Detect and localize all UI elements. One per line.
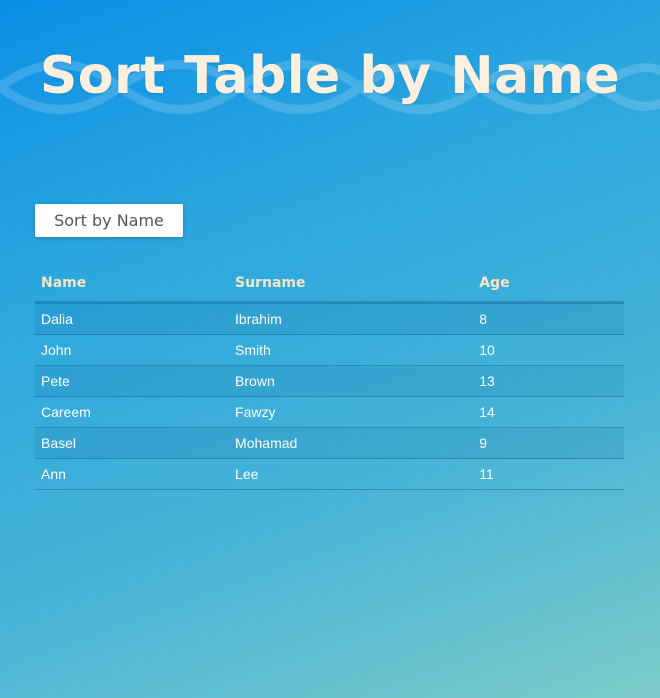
column-header-age[interactable]: Age [473,265,624,304]
column-header-name[interactable]: Name [35,265,230,304]
cell-name: Basel [35,427,230,459]
sort-by-name-button[interactable]: Sort by Name [35,204,183,237]
cell-age: 10 [473,334,624,366]
cell-surname: Brown [229,365,474,397]
people-table: Name Surname Age Dalia Ibrahim 8 John Sm… [35,265,624,490]
cell-surname: Mohamad [229,427,474,459]
cell-name: Pete [35,365,230,397]
cell-surname: Fawzy [229,396,474,428]
cell-name: Ann [35,458,230,490]
cell-name: Dalia [35,302,230,335]
table-row: Careem Fawzy 14 [35,396,624,428]
cell-age: 8 [473,302,624,335]
table-row: Basel Mohamad 9 [35,427,624,459]
table-header-row: Name Surname Age [35,265,624,304]
cell-age: 13 [473,365,624,397]
table-row: Dalia Ibrahim 8 [35,302,624,335]
cell-name: John [35,334,230,366]
cell-name: Careem [35,396,230,428]
cell-age: 14 [473,396,624,428]
cell-surname: Lee [229,458,474,490]
cell-surname: Smith [229,334,474,366]
table-row: Pete Brown 13 [35,365,624,397]
table-row: Ann Lee 11 [35,458,624,490]
table-row: John Smith 10 [35,334,624,366]
cell-age: 11 [473,458,624,490]
column-header-surname[interactable]: Surname [229,265,474,304]
cell-surname: Ibrahim [229,302,474,335]
page-title: Sort Table by Name [39,46,621,106]
cell-age: 9 [473,427,624,459]
